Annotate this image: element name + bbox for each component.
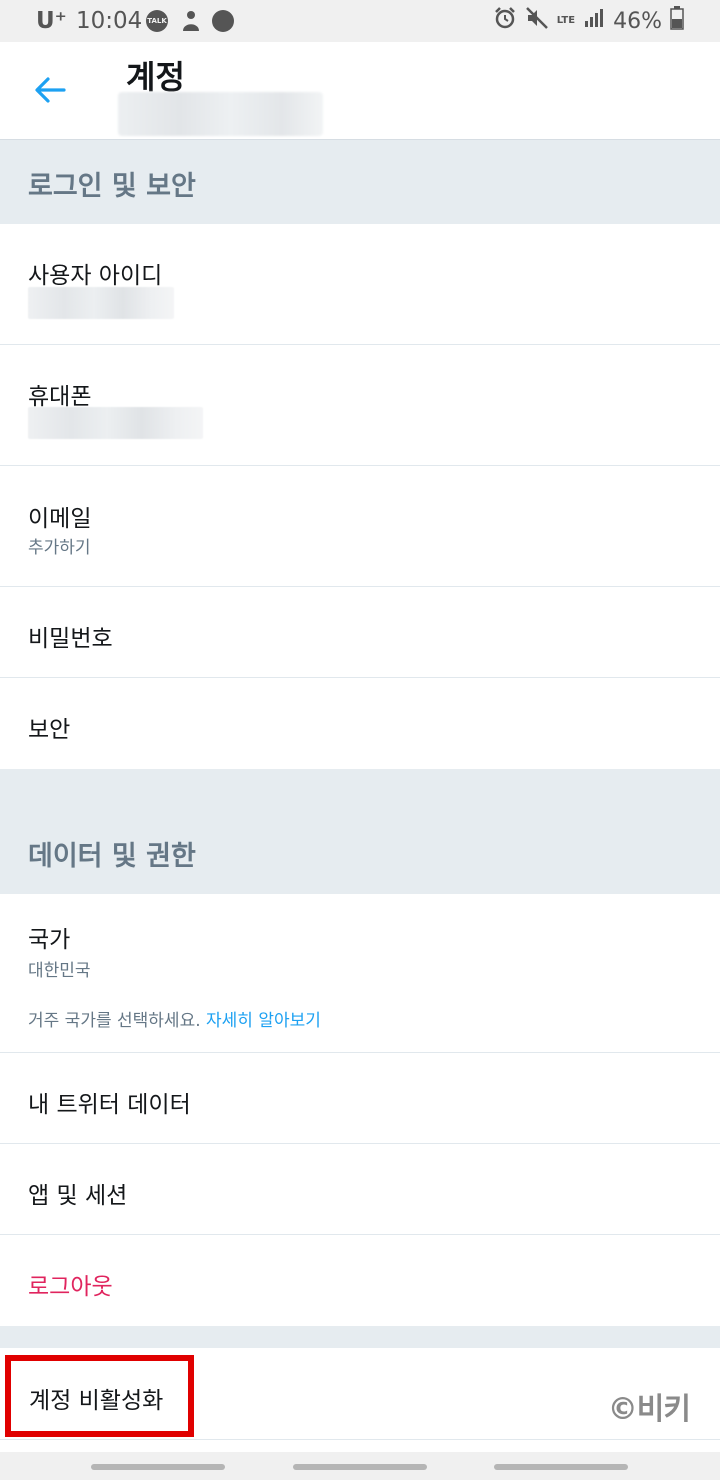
row-label: 비밀번호 <box>28 626 113 652</box>
back-button[interactable] <box>22 68 78 116</box>
row-label: 사용자 아이디 <box>28 263 163 289</box>
row-label: 내 트위터 데이터 <box>28 1092 191 1118</box>
mute-icon <box>525 6 549 36</box>
system-nav-bar <box>0 1452 720 1480</box>
country-hint: 거주 국가를 선택하세요. 자세히 알아보기 <box>28 1006 321 1031</box>
status-right-icons: LTE 46% <box>493 6 684 36</box>
row-country[interactable]: 국가 대한민국 거주 국가를 선택하세요. 자세히 알아보기 <box>0 894 720 1053</box>
carrier-label: U⁺ <box>36 8 67 34</box>
clock: 10:04 <box>76 8 143 34</box>
logout-label: 로그아웃 <box>28 1274 113 1300</box>
notification-bubble-icon <box>212 10 234 32</box>
phone-value-redacted <box>28 407 203 439</box>
section-header-login-security: 로그인 및 보안 <box>0 140 720 224</box>
learn-more-link[interactable]: 자세히 알아보기 <box>206 1011 321 1031</box>
country-hint-text: 거주 국가를 선택하세요. <box>28 1011 201 1031</box>
row-apps-sessions[interactable]: 앱 및 세션 <box>0 1144 720 1235</box>
row-email[interactable]: 이메일 추가하기 <box>0 466 720 587</box>
row-label: 국가 <box>28 927 71 953</box>
row-security[interactable]: 보안 <box>0 678 720 769</box>
email-value: 추가하기 <box>28 538 91 558</box>
battery-icon <box>670 6 684 36</box>
row-label: 휴대폰 <box>28 384 92 410</box>
nav-pill-recents[interactable] <box>91 1464 225 1470</box>
row-username[interactable]: 사용자 아이디 <box>0 224 720 345</box>
row-label: 앱 및 세션 <box>28 1183 128 1209</box>
username-value-redacted <box>28 287 174 319</box>
status-bar: U⁺ 10:04 TALK LTE 46% <box>0 0 720 42</box>
row-label: 보안 <box>28 717 71 743</box>
deactivate-highlight[interactable]: 계정 비활성화 <box>5 1355 194 1437</box>
section-title: 데이터 및 권한 <box>28 841 196 872</box>
account-handle-redacted <box>118 92 323 136</box>
row-logout[interactable]: 로그아웃 <box>0 1235 720 1326</box>
signal-icon <box>583 7 605 35</box>
watermark: ©비키 <box>607 1392 691 1427</box>
notification-person-icon <box>180 10 202 32</box>
row-phone[interactable]: 휴대폰 <box>0 345 720 466</box>
lte-indicator: LTE <box>556 15 576 26</box>
section-header-data-permissions: 데이터 및 권한 <box>0 769 720 894</box>
section-title: 로그인 및 보안 <box>28 171 196 202</box>
arrow-left-icon <box>34 76 66 108</box>
row-twitter-data[interactable]: 내 트위터 데이터 <box>0 1053 720 1144</box>
battery-percent: 46% <box>613 8 662 34</box>
nav-pill-home[interactable] <box>293 1464 427 1470</box>
kakaotalk-icon: TALK <box>146 10 168 32</box>
row-password[interactable]: 비밀번호 <box>0 587 720 678</box>
section-divider <box>0 1326 720 1348</box>
deactivate-label: 계정 비활성화 <box>29 1388 164 1414</box>
app-bar: 계정 <box>0 42 720 140</box>
country-value: 대한민국 <box>28 961 91 981</box>
row-label: 이메일 <box>28 506 92 532</box>
nav-pill-back[interactable] <box>494 1464 628 1470</box>
alarm-icon <box>493 6 517 36</box>
